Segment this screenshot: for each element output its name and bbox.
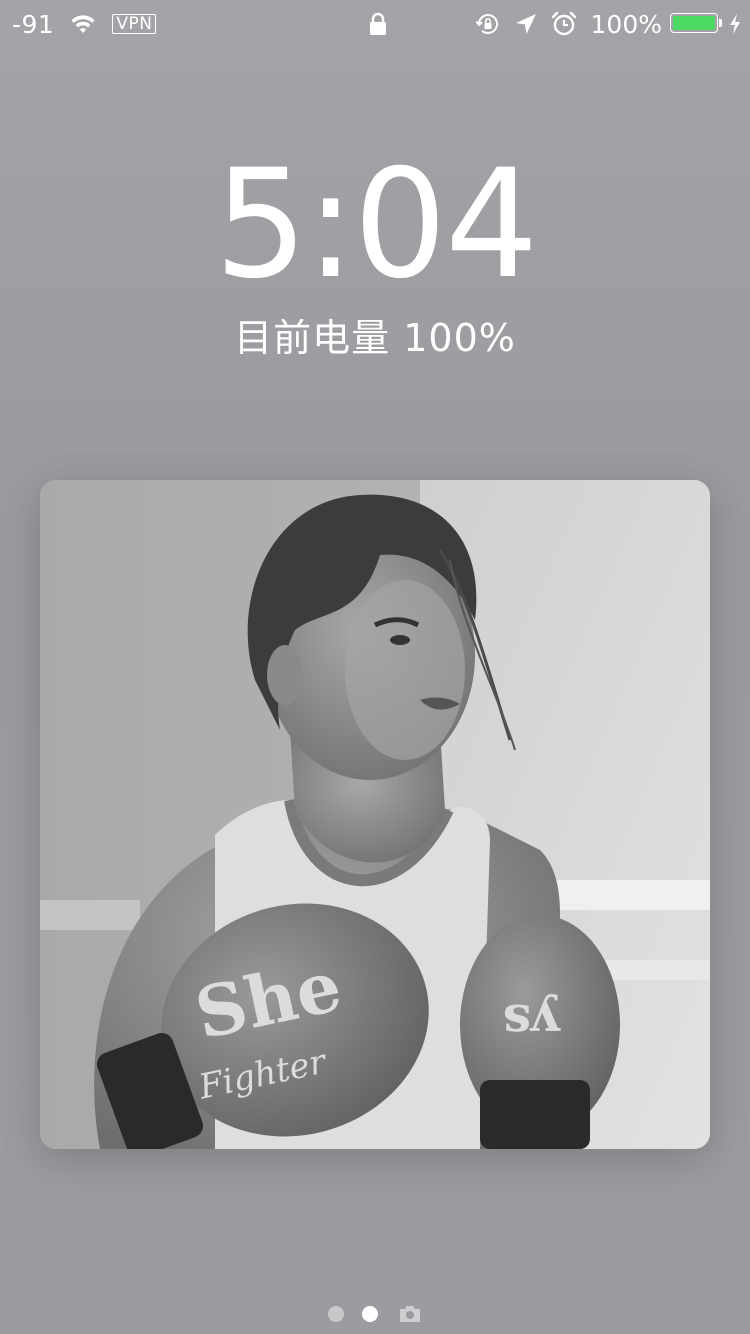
battery-percent: 100% [590,9,662,39]
rotation-lock-icon [475,14,498,34]
battery-status-text: 目前电量 100% [234,316,516,360]
lock-screen-time: 5:04 [0,140,750,310]
battery-icon [670,13,722,35]
page-dot-2-active[interactable] [362,1306,378,1322]
photo-image: She Fighter ys [40,480,710,1149]
status-right: 100% [475,6,742,42]
lock-icon [370,12,386,35]
status-bar: -91 VPN 100% [0,0,750,48]
page-indicator[interactable] [0,1300,750,1328]
charging-icon [730,14,740,34]
wifi-icon [71,15,95,33]
time-text: 5:04 [213,138,538,312]
status-left: -91 VPN [12,6,157,42]
vpn-badge: VPN [112,14,157,34]
alarm-icon [551,11,576,36]
page-dot-1[interactable] [328,1306,344,1322]
photo-card[interactable]: She Fighter ys [40,480,710,1149]
camera-icon[interactable] [398,1304,422,1324]
signal-strength: -91 [12,9,55,39]
location-icon [515,14,536,34]
svg-text:ys: ys [503,993,561,1052]
battery-fill [673,16,715,30]
